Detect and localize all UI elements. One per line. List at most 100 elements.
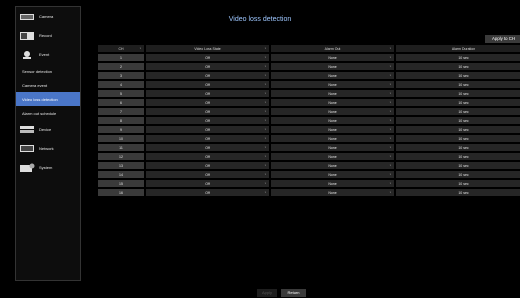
channel-cell: 14 [97, 170, 145, 179]
alarm-duration-dropdown[interactable]: 10 sec▾ [395, 107, 520, 116]
alarm-duration-dropdown[interactable]: 10 sec▾ [395, 161, 520, 170]
network-icon [19, 144, 35, 154]
return-button[interactable]: Return [281, 289, 306, 297]
alarm-out-dropdown[interactable]: None ▾ [270, 80, 395, 89]
alarm-out-dropdown[interactable]: None ▾ [270, 53, 395, 62]
table-row: 15Off▾None▾10 sec▾ [97, 179, 520, 188]
video-loss-state-dropdown[interactable]: Off ▾ [145, 107, 270, 116]
column-header-ch[interactable]: CH ▾ [97, 44, 145, 53]
chevron-down-icon: ▾ [264, 191, 266, 194]
alarm-out-dropdown[interactable]: None ▾ [270, 143, 395, 152]
alarm-out-dropdown[interactable]: None ▾ [270, 98, 395, 107]
channel-cell: 10 [97, 134, 145, 143]
sidebar-item-label: Network [39, 146, 54, 151]
sidebar-item-sensor-detection[interactable]: Sensor detection [16, 64, 80, 78]
alarm-duration-dropdown[interactable]: 10 sec▾ [395, 62, 520, 71]
video-loss-state-dropdown[interactable]: Off ▾ [145, 188, 270, 197]
alarm-duration-dropdown[interactable]: 10 sec▾ [395, 71, 520, 80]
chevron-down-icon: ▾ [389, 173, 391, 176]
video-loss-state-dropdown[interactable]: Off ▾ [145, 152, 270, 161]
alarm-out-dropdown[interactable]: None ▾ [270, 116, 395, 125]
alarm-out-dropdown[interactable]: None ▾ [270, 152, 395, 161]
alarm-duration-dropdown[interactable]: 10 sec▾ [395, 188, 520, 197]
column-header-video-loss-state[interactable]: Video Loss State ▾ [145, 44, 270, 53]
table-header-row: CH ▾ Video Loss State ▾ Alarm Out ▾ Alarm D… [97, 44, 520, 53]
sidebar-item-label: System [39, 165, 53, 170]
alarm-duration-dropdown[interactable]: 10 sec▾ [395, 170, 520, 179]
record-icon [19, 31, 35, 41]
video-loss-state-dropdown[interactable]: Off ▾ [145, 62, 270, 71]
sidebar-item-label: Event [39, 52, 50, 57]
channel-cell: 15 [97, 179, 145, 188]
column-header-alarm-out[interactable]: Alarm Out ▾ [270, 44, 395, 53]
video-loss-state-dropdown[interactable]: Off ▾ [145, 53, 270, 62]
video-loss-state-dropdown[interactable]: Off ▾ [145, 125, 270, 134]
chevron-down-icon: ▾ [264, 146, 266, 149]
sidebar-item-record[interactable]: Record [16, 26, 80, 45]
sort-icon: ▾ [264, 47, 266, 50]
chevron-down-icon: ▾ [264, 110, 266, 113]
alarm-out-dropdown[interactable]: None ▾ [270, 107, 395, 116]
video-loss-state-dropdown[interactable]: Off ▾ [145, 71, 270, 80]
table-row: 9Off▾None▾10 sec▾ [97, 125, 520, 134]
sidebar-item-alarm-out-schedule[interactable]: Alarm out schedule [16, 106, 80, 120]
chevron-down-icon: ▾ [264, 83, 266, 86]
video-loss-state-dropdown[interactable]: Off ▾ [145, 161, 270, 170]
sidebar-item-video-loss-detection[interactable]: Video loss detection [16, 92, 80, 106]
alarm-duration-dropdown[interactable]: 10 sec▾ [395, 98, 520, 107]
video-loss-state-dropdown[interactable]: Off ▾ [145, 179, 270, 188]
alarm-duration-dropdown[interactable]: 10 sec▾ [395, 152, 520, 161]
alarm-out-dropdown[interactable]: None ▾ [270, 188, 395, 197]
alarm-duration-dropdown[interactable]: 10 sec▾ [395, 125, 520, 134]
channel-cell: 4 [97, 80, 145, 89]
video-loss-state-dropdown[interactable]: Off ▾ [145, 134, 270, 143]
alarm-out-dropdown[interactable]: None ▾ [270, 62, 395, 71]
alarm-duration-dropdown[interactable]: 10 sec▾ [395, 143, 520, 152]
video-loss-state-dropdown[interactable]: Off ▾ [145, 116, 270, 125]
table-row: 14Off▾None▾10 sec▾ [97, 170, 520, 179]
sidebar-item-label: Sensor detection [22, 68, 53, 74]
alarm-duration-dropdown[interactable]: 10 sec▾ [395, 53, 520, 62]
alarm-out-dropdown[interactable]: None ▾ [270, 71, 395, 80]
channel-cell: 1 [97, 53, 145, 62]
alarm-out-dropdown[interactable]: None ▾ [270, 89, 395, 98]
alarm-duration-dropdown[interactable]: 10 sec▾ [395, 134, 520, 143]
apply-button[interactable]: Apply [257, 289, 277, 297]
alarm-out-dropdown[interactable]: None ▾ [270, 179, 395, 188]
chevron-down-icon: ▾ [389, 182, 391, 185]
alarm-duration-dropdown[interactable]: 10 sec▾ [395, 80, 520, 89]
alarm-duration-dropdown[interactable]: 10 sec▾ [395, 89, 520, 98]
alarm-duration-dropdown[interactable]: 10 sec▾ [395, 179, 520, 188]
sidebar-item-camera-event[interactable]: Camera event [16, 78, 80, 92]
chevron-down-icon: ▾ [264, 101, 266, 104]
sidebar-item-event[interactable]: Event [16, 45, 80, 64]
channel-cell: 16 [97, 188, 145, 197]
column-header-alarm-duration[interactable]: Alarm Duration▾ [395, 44, 520, 53]
apply-to-ch-button[interactable]: Apply to CH [485, 35, 520, 43]
video-loss-state-dropdown[interactable]: Off ▾ [145, 80, 270, 89]
alarm-out-dropdown[interactable]: None ▾ [270, 125, 395, 134]
chevron-down-icon: ▾ [389, 164, 391, 167]
video-loss-state-dropdown[interactable]: Off ▾ [145, 170, 270, 179]
chevron-down-icon: ▾ [389, 65, 391, 68]
video-loss-state-dropdown[interactable]: Off ▾ [145, 89, 270, 98]
channel-table: CH ▾ Video Loss State ▾ Alarm Out ▾ Alarm D… [97, 44, 520, 197]
chevron-down-icon: ▾ [264, 74, 266, 77]
alarm-duration-dropdown[interactable]: 10 sec▾ [395, 116, 520, 125]
alarm-out-dropdown[interactable]: None ▾ [270, 170, 395, 179]
chevron-down-icon: ▾ [264, 137, 266, 140]
chevron-down-icon: ▾ [264, 173, 266, 176]
alarm-out-dropdown[interactable]: None ▾ [270, 161, 395, 170]
alarm-out-dropdown[interactable]: None ▾ [270, 134, 395, 143]
chevron-down-icon: ▾ [264, 155, 266, 158]
video-loss-state-dropdown[interactable]: Off ▾ [145, 143, 270, 152]
sidebar-item-device[interactable]: Device [16, 120, 80, 139]
channel-cell: 13 [97, 161, 145, 170]
video-loss-state-dropdown[interactable]: Off ▾ [145, 98, 270, 107]
device-icon [19, 125, 35, 135]
sidebar-item-label: Record [39, 33, 52, 38]
sidebar-item-label: Alarm out schedule [22, 110, 57, 116]
system-icon [19, 163, 35, 173]
sidebar-item-network[interactable]: Network [16, 139, 80, 158]
sidebar-item-system[interactable]: System [16, 158, 80, 177]
